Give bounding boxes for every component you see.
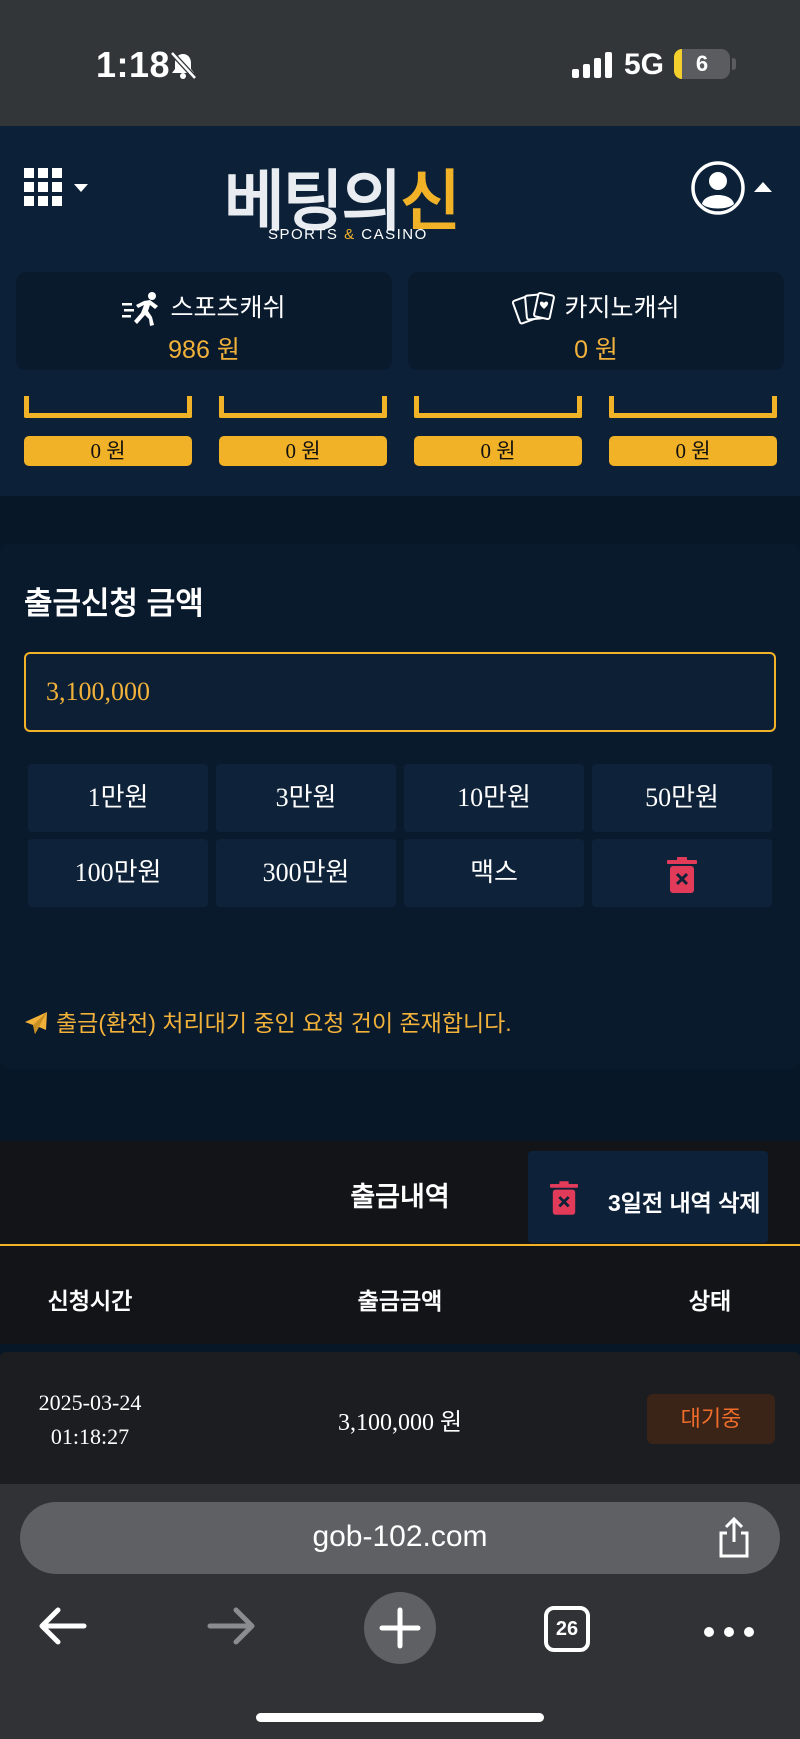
trash-icon (667, 857, 697, 894)
balance-value: 0 원 (609, 436, 777, 466)
playing-cards-icon (512, 292, 556, 325)
plus-icon (379, 1607, 421, 1649)
quick-amount-button[interactable]: 1만원 (28, 764, 208, 832)
url-text: gob-102.com (312, 1520, 488, 1553)
new-tab-button[interactable] (364, 1592, 436, 1664)
logo-subtitle: SPORTS & CASINO (268, 226, 428, 243)
sports-cash-amount: 986 원 (168, 336, 240, 364)
network-type: 5G (624, 48, 665, 81)
delete-history-button[interactable]: 3일전 내역 삭제 (528, 1151, 768, 1243)
column-status: 상태 (688, 1288, 732, 1314)
quick-amount-button[interactable]: 10만원 (404, 764, 584, 832)
home-indicator (256, 1713, 544, 1722)
casino-cash-label: 카지노캐쉬 (564, 294, 680, 322)
balance-frame (24, 396, 192, 418)
signal-icon (572, 52, 612, 78)
back-arrow-icon[interactable] (28, 1590, 98, 1662)
share-icon[interactable] (712, 1516, 756, 1560)
delete-history-label: 3일전 내역 삭제 (608, 1190, 761, 1216)
balance-value: 0 원 (219, 436, 387, 466)
status-badge: 대기중 (647, 1394, 775, 1444)
sports-runner-icon (122, 292, 159, 327)
quick-amount-button[interactable]: 300만원 (216, 839, 396, 907)
quick-amount-button[interactable]: 100만원 (28, 839, 208, 907)
casino-cash-title: 카지노캐쉬 (408, 288, 784, 328)
balance-strip: 0 원 0 원 0 원 0 원 (0, 396, 800, 496)
history-column-header: 신청시간 출금금액 상태 (0, 1246, 800, 1344)
column-request-time: 신청시간 (47, 1288, 133, 1314)
logo-sub-left: SPORTS (268, 226, 339, 243)
sports-cash-label: 스포츠캐쉬 (170, 294, 286, 322)
status-bar: 1:18 5G 6 (0, 0, 800, 126)
withdraw-amount: 3,100,000 원 (337, 1410, 463, 1436)
pending-notice: 출금(환전) 처리대기 중인 요청 건이 존재합니다. (24, 1004, 512, 1038)
site-header: 베팅의신 SPORTS & CASINO 스포츠캐쉬 986 원 카지노캐쉬 0… (0, 126, 800, 396)
grid-menu-icon[interactable] (24, 168, 96, 210)
sports-cash-card: 스포츠캐쉬 986 원 (16, 272, 392, 370)
battery-level: 6 (695, 51, 709, 76)
casino-cash-card: 카지노캐쉬 0 원 (408, 272, 784, 370)
balance-value: 0 원 (414, 436, 582, 466)
logo-sub-amp: & (344, 226, 356, 243)
column-withdraw-amount: 출금금액 (357, 1288, 443, 1314)
trash-icon (550, 1181, 578, 1215)
request-clock: 01:18:27 (50, 1424, 130, 1449)
history-header: 출금내역 3일전 내역 삭제 (0, 1141, 800, 1245)
quick-amount-button[interactable]: 3만원 (216, 764, 396, 832)
battery-tip (732, 58, 736, 70)
quick-amount-button[interactable]: 50만원 (592, 764, 772, 832)
max-amount-button[interactable]: 맥스 (404, 839, 584, 907)
withdraw-panel: 출금신청 금액 1만원 3만원 10만원 50만원 100만원 300만원 맥스… (0, 544, 800, 1069)
logo-sub-right: CASINO (361, 226, 428, 243)
request-time: 2025-03-24 01:18:27 (0, 1386, 180, 1454)
clear-amount-button[interactable] (592, 839, 772, 907)
tabs-button[interactable]: 26 (544, 1606, 590, 1652)
battery-icon: 6 (674, 49, 730, 79)
browser-toolbar: gob-102.com 26 (0, 1484, 800, 1739)
user-profile-icon[interactable] (690, 160, 774, 216)
withdraw-amount-input[interactable] (24, 652, 776, 732)
balance-value: 0 원 (24, 436, 192, 466)
pending-notice-text: 출금(환전) 처리대기 중인 요청 건이 존재합니다. (56, 1010, 512, 1036)
balance-frame (414, 396, 582, 418)
balance-frame (219, 396, 387, 418)
withdraw-title: 출금신청 금액 (24, 586, 204, 621)
balance-frame (609, 396, 777, 418)
clock: 1:18 (96, 44, 171, 85)
casino-cash-amount: 0 원 (574, 336, 618, 364)
more-dots-icon[interactable] (694, 1590, 764, 1662)
forward-arrow-icon[interactable] (196, 1590, 266, 1662)
table-row: 2025-03-24 01:18:27 3,100,000 원 대기중 (0, 1352, 800, 1484)
sports-cash-title: 스포츠캐쉬 (16, 288, 392, 327)
paper-plane-icon (25, 1012, 47, 1034)
request-date: 2025-03-24 (38, 1390, 142, 1415)
address-bar[interactable]: gob-102.com (20, 1502, 780, 1574)
silent-bell-icon (170, 51, 197, 80)
